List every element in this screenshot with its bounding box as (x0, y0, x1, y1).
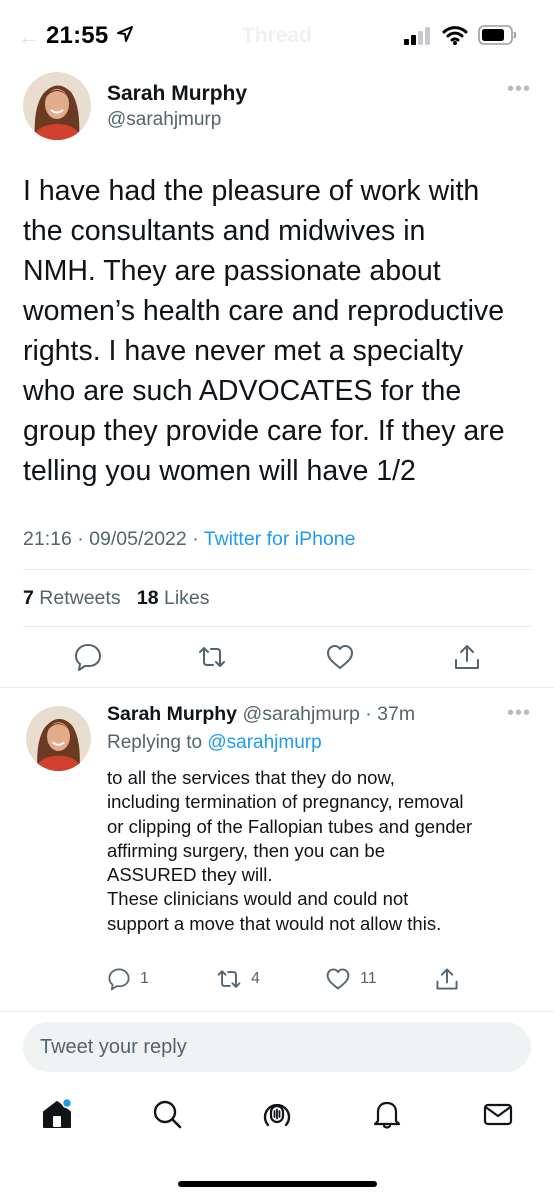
reply-reply-button[interactable]: 1 (107, 966, 149, 992)
reply-composer-placeholder: Tweet your reply (40, 1036, 187, 1058)
share-icon[interactable] (452, 642, 482, 672)
retweet-icon[interactable] (197, 642, 227, 672)
status-time: 21:55 (46, 22, 109, 49)
divider (0, 687, 554, 688)
author-handle[interactable]: @sarahjmurp (107, 109, 221, 131)
reply-composer-input[interactable]: Tweet your reply (23, 1022, 531, 1072)
retweets-stat[interactable]: 7 Retweets (23, 587, 121, 609)
tweet-source-link[interactable]: Twitter for iPhone (204, 528, 356, 550)
notifications-icon[interactable] (370, 1097, 404, 1131)
reply-share-button[interactable] (434, 966, 460, 992)
share-icon (436, 968, 458, 990)
home-icon[interactable] (40, 1097, 74, 1131)
tweet-date: 09/05/2022 (89, 528, 187, 550)
reply-header: Sarah Murphy @sarahjmurp · 37m (107, 703, 415, 726)
location-arrow-icon (116, 25, 134, 48)
cellular-signal-icon (404, 27, 432, 50)
tweet-meta: 21:16 · 09/05/2022 · Twitter for iPhone (23, 528, 355, 551)
messages-icon[interactable] (481, 1097, 515, 1131)
divider (0, 1011, 554, 1012)
replying-to: Replying to @sarahjmurp (107, 732, 322, 754)
reply-icon (108, 968, 130, 991)
spaces-icon[interactable] (260, 1097, 294, 1131)
reply-author-avatar[interactable] (26, 706, 91, 771)
reply-author-name[interactable]: Sarah Murphy (107, 703, 237, 725)
battery-icon (478, 25, 518, 50)
divider (23, 626, 531, 627)
status-bar: ← Thread 21:55 (0, 0, 554, 68)
wifi-icon (442, 24, 468, 51)
reply-age: 37m (377, 703, 416, 725)
home-indicator[interactable] (178, 1181, 377, 1187)
tweet-time: 21:16 (23, 528, 72, 550)
author-name[interactable]: Sarah Murphy (107, 82, 247, 106)
like-count: 11 (360, 970, 377, 987)
replying-handle-link[interactable]: @sarahjmurp (207, 732, 321, 753)
like-icon (326, 968, 350, 990)
reply-text: to all the services that they do now, in… (107, 767, 473, 934)
meta-separator: · (77, 528, 90, 550)
reply-like-button[interactable]: 11 (325, 966, 377, 992)
author-avatar[interactable] (23, 72, 91, 140)
retweet-icon (217, 970, 241, 988)
explore-icon[interactable] (150, 1097, 184, 1131)
like-icon[interactable] (325, 642, 355, 672)
retweet-count: 4 (251, 970, 260, 987)
engagement-counts: 7 Retweets 18 Likes (23, 587, 210, 610)
tweet-text: I have had the pleasure of work with the… (23, 175, 505, 487)
reply-author-handle[interactable]: @sarahjmurp (242, 703, 359, 725)
reply-icon[interactable] (73, 642, 103, 672)
divider (23, 569, 531, 570)
meta-separator: · (192, 528, 204, 550)
more-options-icon[interactable]: ••• (507, 79, 531, 99)
likes-stat[interactable]: 18 Likes (137, 587, 210, 609)
replying-prefix: Replying to (107, 732, 203, 753)
reply-more-options-icon[interactable]: ••• (507, 703, 531, 723)
meta-separator: · (359, 703, 378, 725)
reply-count: 1 (140, 970, 149, 987)
reply-retweet-button[interactable]: 4 (216, 966, 260, 992)
